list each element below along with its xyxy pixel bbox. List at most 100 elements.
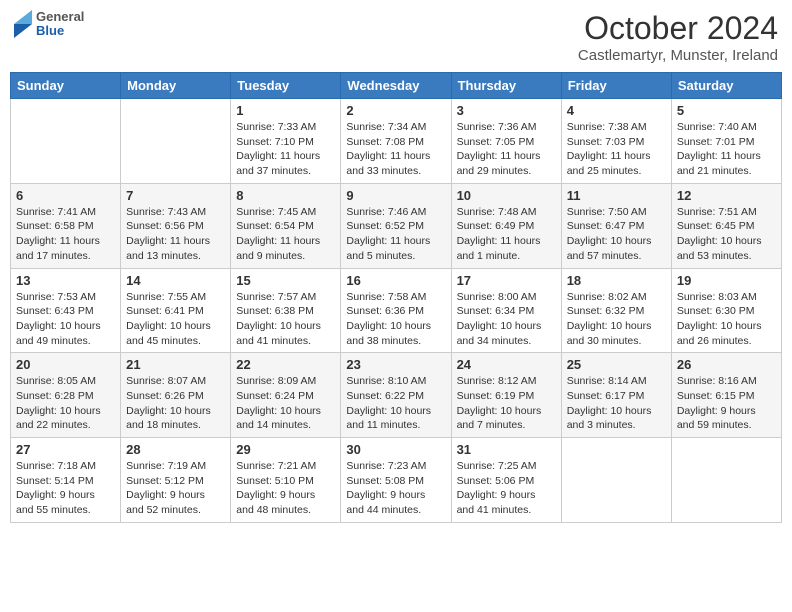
day-cell: 22 Sunrise: 8:09 AM Sunset: 6:24 PM Dayli… bbox=[231, 353, 341, 438]
week-row-1: 6 Sunrise: 7:41 AM Sunset: 6:58 PM Daylig… bbox=[11, 183, 782, 268]
day-cell: 7 Sunrise: 7:43 AM Sunset: 6:56 PM Daylig… bbox=[121, 183, 231, 268]
day-info: Sunrise: 8:14 AM Sunset: 6:17 PM Dayligh… bbox=[567, 374, 666, 433]
day-cell: 12 Sunrise: 7:51 AM Sunset: 6:45 PM Dayli… bbox=[671, 183, 781, 268]
page-header: General Blue October 2024 Castlemartyr, … bbox=[10, 10, 782, 64]
week-row-0: 1Sunrise: 7:33 AM Sunset: 7:10 PM Daylig… bbox=[11, 99, 782, 184]
day-cell: 27Sunrise: 7:18 AM Sunset: 5:14 PM Dayli… bbox=[11, 438, 121, 523]
day-cell: 28 Sunrise: 7:19 AM Sunset: 5:12 PM Dayli… bbox=[121, 438, 231, 523]
day-number: 13 bbox=[16, 273, 115, 288]
day-number: 21 bbox=[126, 357, 225, 372]
day-cell: 24Sunrise: 8:12 AM Sunset: 6:19 PM Dayli… bbox=[451, 353, 561, 438]
day-info: Sunrise: 7:55 AM Sunset: 6:41 PM Dayligh… bbox=[126, 290, 225, 349]
day-number: 4 bbox=[567, 103, 666, 118]
day-cell: 10Sunrise: 7:48 AM Sunset: 6:49 PM Dayli… bbox=[451, 183, 561, 268]
day-info: Sunrise: 8:03 AM Sunset: 6:30 PM Dayligh… bbox=[677, 290, 776, 349]
day-number: 31 bbox=[457, 442, 556, 457]
weekday-header-wednesday: Wednesday bbox=[341, 73, 451, 99]
day-cell: 16 Sunrise: 7:58 AM Sunset: 6:36 PM Dayli… bbox=[341, 268, 451, 353]
day-cell bbox=[11, 99, 121, 184]
day-info: Sunrise: 7:36 AM Sunset: 7:05 PM Dayligh… bbox=[457, 120, 556, 179]
logo-general: General bbox=[36, 10, 84, 24]
day-number: 26 bbox=[677, 357, 776, 372]
logo-text: General Blue bbox=[36, 10, 84, 39]
weekday-header-row: SundayMondayTuesdayWednesdayThursdayFrid… bbox=[11, 73, 782, 99]
weekday-header-monday: Monday bbox=[121, 73, 231, 99]
day-cell: 4 Sunrise: 7:38 AM Sunset: 7:03 PM Daylig… bbox=[561, 99, 671, 184]
day-info: Sunrise: 7:23 AM Sunset: 5:08 PM Dayligh… bbox=[346, 459, 445, 518]
day-cell: 11 Sunrise: 7:50 AM Sunset: 6:47 PM Dayli… bbox=[561, 183, 671, 268]
weekday-header-saturday: Saturday bbox=[671, 73, 781, 99]
day-number: 7 bbox=[126, 188, 225, 203]
day-info: Sunrise: 7:18 AM Sunset: 5:14 PM Dayligh… bbox=[16, 459, 115, 518]
day-cell: 15 Sunrise: 7:57 AM Sunset: 6:38 PM Dayli… bbox=[231, 268, 341, 353]
day-cell: 25 Sunrise: 8:14 AM Sunset: 6:17 PM Dayli… bbox=[561, 353, 671, 438]
day-cell: 18Sunrise: 8:02 AM Sunset: 6:32 PM Dayli… bbox=[561, 268, 671, 353]
weekday-header-thursday: Thursday bbox=[451, 73, 561, 99]
day-number: 14 bbox=[126, 273, 225, 288]
day-number: 16 bbox=[346, 273, 445, 288]
day-number: 23 bbox=[346, 357, 445, 372]
day-number: 24 bbox=[457, 357, 556, 372]
day-info: Sunrise: 7:57 AM Sunset: 6:38 PM Dayligh… bbox=[236, 290, 335, 349]
weekday-header-sunday: Sunday bbox=[11, 73, 121, 99]
day-cell: 31 Sunrise: 7:25 AM Sunset: 5:06 PM Dayli… bbox=[451, 438, 561, 523]
day-number: 9 bbox=[346, 188, 445, 203]
day-info: Sunrise: 7:58 AM Sunset: 6:36 PM Dayligh… bbox=[346, 290, 445, 349]
day-number: 15 bbox=[236, 273, 335, 288]
location: Castlemartyr, Munster, Ireland bbox=[578, 47, 778, 64]
day-number: 19 bbox=[677, 273, 776, 288]
day-number: 25 bbox=[567, 357, 666, 372]
day-number: 28 bbox=[126, 442, 225, 457]
day-info: Sunrise: 7:34 AM Sunset: 7:08 PM Dayligh… bbox=[346, 120, 445, 179]
day-info: Sunrise: 7:43 AM Sunset: 6:56 PM Dayligh… bbox=[126, 205, 225, 264]
day-info: Sunrise: 7:38 AM Sunset: 7:03 PM Dayligh… bbox=[567, 120, 666, 179]
day-cell: 6 Sunrise: 7:41 AM Sunset: 6:58 PM Daylig… bbox=[11, 183, 121, 268]
day-number: 22 bbox=[236, 357, 335, 372]
day-info: Sunrise: 7:50 AM Sunset: 6:47 PM Dayligh… bbox=[567, 205, 666, 264]
day-number: 29 bbox=[236, 442, 335, 457]
day-cell bbox=[671, 438, 781, 523]
day-number: 3 bbox=[457, 103, 556, 118]
day-cell: 26 Sunrise: 8:16 AM Sunset: 6:15 PM Dayli… bbox=[671, 353, 781, 438]
day-info: Sunrise: 7:48 AM Sunset: 6:49 PM Dayligh… bbox=[457, 205, 556, 264]
day-number: 20 bbox=[16, 357, 115, 372]
week-row-4: 27Sunrise: 7:18 AM Sunset: 5:14 PM Dayli… bbox=[11, 438, 782, 523]
day-info: Sunrise: 7:21 AM Sunset: 5:10 PM Dayligh… bbox=[236, 459, 335, 518]
weekday-header-tuesday: Tuesday bbox=[231, 73, 341, 99]
day-cell: 20 Sunrise: 8:05 AM Sunset: 6:28 PM Dayli… bbox=[11, 353, 121, 438]
day-cell: 3 Sunrise: 7:36 AM Sunset: 7:05 PM Daylig… bbox=[451, 99, 561, 184]
logo-icon bbox=[14, 10, 32, 38]
day-info: Sunrise: 7:41 AM Sunset: 6:58 PM Dayligh… bbox=[16, 205, 115, 264]
day-info: Sunrise: 8:07 AM Sunset: 6:26 PM Dayligh… bbox=[126, 374, 225, 433]
day-info: Sunrise: 7:33 AM Sunset: 7:10 PM Dayligh… bbox=[236, 120, 335, 179]
title-section: October 2024 Castlemartyr, Munster, Irel… bbox=[578, 10, 778, 64]
day-info: Sunrise: 8:09 AM Sunset: 6:24 PM Dayligh… bbox=[236, 374, 335, 433]
day-cell bbox=[561, 438, 671, 523]
day-cell: 13 Sunrise: 7:53 AM Sunset: 6:43 PM Dayli… bbox=[11, 268, 121, 353]
day-cell: 5Sunrise: 7:40 AM Sunset: 7:01 PM Daylig… bbox=[671, 99, 781, 184]
month-title: October 2024 bbox=[578, 10, 778, 47]
day-cell bbox=[121, 99, 231, 184]
day-cell: 9Sunrise: 7:46 AM Sunset: 6:52 PM Daylig… bbox=[341, 183, 451, 268]
day-cell: 21 Sunrise: 8:07 AM Sunset: 6:26 PM Dayli… bbox=[121, 353, 231, 438]
day-info: Sunrise: 7:25 AM Sunset: 5:06 PM Dayligh… bbox=[457, 459, 556, 518]
day-number: 6 bbox=[16, 188, 115, 203]
day-cell: 19 Sunrise: 8:03 AM Sunset: 6:30 PM Dayli… bbox=[671, 268, 781, 353]
day-number: 11 bbox=[567, 188, 666, 203]
day-number: 17 bbox=[457, 273, 556, 288]
day-info: Sunrise: 7:53 AM Sunset: 6:43 PM Dayligh… bbox=[16, 290, 115, 349]
day-info: Sunrise: 8:05 AM Sunset: 6:28 PM Dayligh… bbox=[16, 374, 115, 433]
day-number: 18 bbox=[567, 273, 666, 288]
day-info: Sunrise: 8:16 AM Sunset: 6:15 PM Dayligh… bbox=[677, 374, 776, 433]
day-number: 2 bbox=[346, 103, 445, 118]
day-info: Sunrise: 7:45 AM Sunset: 6:54 PM Dayligh… bbox=[236, 205, 335, 264]
day-info: Sunrise: 7:51 AM Sunset: 6:45 PM Dayligh… bbox=[677, 205, 776, 264]
day-cell: 17Sunrise: 8:00 AM Sunset: 6:34 PM Dayli… bbox=[451, 268, 561, 353]
logo: General Blue bbox=[14, 10, 84, 39]
day-number: 12 bbox=[677, 188, 776, 203]
day-info: Sunrise: 7:19 AM Sunset: 5:12 PM Dayligh… bbox=[126, 459, 225, 518]
calendar-table: SundayMondayTuesdayWednesdayThursdayFrid… bbox=[10, 72, 782, 523]
day-number: 5 bbox=[677, 103, 776, 118]
logo-blue: Blue bbox=[36, 24, 84, 38]
day-cell: 30Sunrise: 7:23 AM Sunset: 5:08 PM Dayli… bbox=[341, 438, 451, 523]
